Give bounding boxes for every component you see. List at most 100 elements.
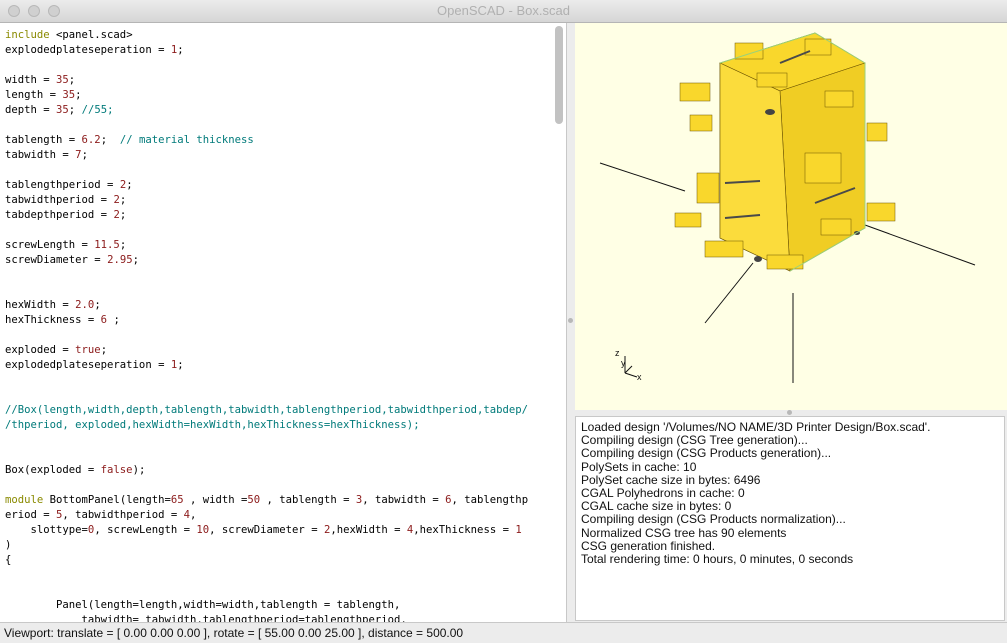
code-line[interactable]: tablengthperiod = 2;: [5, 178, 550, 193]
code-token: 2.0: [75, 299, 95, 311]
code-line[interactable]: /thperiod, exploded,hexWidth=hexWidth,he…: [5, 418, 550, 433]
code-line[interactable]: hexThickness = 6 ;: [5, 313, 550, 328]
code-line[interactable]: screwDiameter = 2.95;: [5, 253, 550, 268]
code-line[interactable]: [5, 433, 550, 448]
code-line[interactable]: exploded = true;: [5, 343, 550, 358]
vertical-splitter[interactable]: [567, 23, 575, 622]
code-token: tablengthperiod =: [5, 179, 120, 191]
code-line[interactable]: tabdepthperiod = 2;: [5, 208, 550, 223]
screw-hole: [765, 109, 775, 115]
3d-viewport[interactable]: z y x: [575, 23, 1007, 410]
code-line[interactable]: [5, 583, 550, 598]
code-line[interactable]: length = 35;: [5, 88, 550, 103]
code-line[interactable]: [5, 568, 550, 583]
code-text[interactable]: include <panel.scad> explodedplateseperat…: [5, 28, 550, 622]
code-line[interactable]: [5, 478, 550, 493]
code-token: ;: [100, 134, 120, 146]
code-line[interactable]: tabwidth= tabwidth,tablengthperiod=table…: [5, 613, 550, 622]
code-token: 35: [56, 74, 69, 86]
code-token: ;: [119, 209, 127, 221]
code-line[interactable]: screwLength = 11.5;: [5, 238, 550, 253]
code-line[interactable]: Panel(length=length,width=width,tablengt…: [5, 598, 550, 613]
code-line[interactable]: depth = 35; //55;: [5, 103, 550, 118]
code-token: ;: [68, 104, 82, 116]
x-axis-neg: [599, 162, 686, 192]
console-line: PolySets in cache: 10: [581, 459, 697, 474]
code-token: , tabwidth =: [362, 494, 446, 506]
code-line[interactable]: ): [5, 538, 550, 553]
code-line[interactable]: [5, 373, 550, 388]
code-token: 6.2: [81, 134, 101, 146]
splitter-grip[interactable]: [787, 410, 792, 415]
code-token: explodedplateseperation =: [5, 44, 171, 56]
code-token: include: [5, 29, 57, 41]
code-line[interactable]: module BottomPanel(length=65 , width =50…: [5, 493, 550, 508]
editor-scrollbar[interactable]: [555, 26, 563, 124]
code-token: tabwidth= tabwidth,tablengthperiod=table…: [5, 614, 407, 622]
x-axis-pos: [864, 224, 976, 266]
code-token: hexWidth =: [5, 299, 76, 311]
code-token: 65: [170, 494, 184, 506]
title-bar: OpenSCAD - Box.scad: [0, 0, 1007, 23]
code-line[interactable]: [5, 58, 550, 73]
code-token: ;: [132, 254, 139, 266]
code-line[interactable]: [5, 118, 550, 133]
code-line[interactable]: eriod = 5, tabwidthperiod = 4,: [5, 508, 550, 523]
code-line[interactable]: [5, 163, 550, 178]
code-line[interactable]: [5, 268, 550, 283]
console-line: Compiling design (CSG Products normaliza…: [581, 512, 846, 527]
code-line[interactable]: hexWidth = 2.0;: [5, 298, 550, 313]
code-token: hexThickness =: [5, 314, 101, 326]
code-line[interactable]: explodedplateseperation = 1;: [5, 43, 550, 58]
code-line[interactable]: [5, 223, 550, 238]
code-line[interactable]: width = 35;: [5, 73, 550, 88]
console-line: Compiling design (CSG Products generatio…: [581, 446, 832, 461]
code-token: ;: [75, 89, 82, 101]
splitter-grip[interactable]: [568, 318, 573, 323]
code-line[interactable]: [5, 328, 550, 343]
code-line[interactable]: [5, 283, 550, 298]
code-line[interactable]: tabwidthperiod = 2;: [5, 193, 550, 208]
code-token: ;: [126, 179, 133, 191]
code-token: screwLength =: [5, 239, 95, 251]
code-token: , tablengthp: [451, 494, 529, 506]
code-token: ,hexWidth =: [330, 524, 407, 536]
code-line[interactable]: {: [5, 553, 550, 568]
code-token: ;: [119, 239, 127, 251]
code-token: 11.5: [94, 239, 120, 251]
viewport-canvas[interactable]: z y x: [575, 23, 1007, 410]
code-token: 50: [247, 494, 261, 506]
code-token: screwDiameter =: [5, 254, 108, 266]
code-token: {: [5, 554, 12, 566]
code-token: ): [5, 539, 12, 551]
code-line[interactable]: explodedplateseperation = 1;: [5, 358, 550, 373]
console-panel[interactable]: Loaded design '/Volumes/NO NAME/3D Print…: [575, 416, 1005, 621]
code-line[interactable]: tablength = 6.2; // material thickness: [5, 133, 550, 148]
window-title: OpenSCAD - Box.scad: [437, 3, 570, 18]
code-token: 2.95: [107, 254, 133, 266]
code-line[interactable]: tabwidth = 7;: [5, 148, 550, 163]
code-token: );: [132, 464, 146, 476]
code-line[interactable]: //Box(length,width,depth,tablength,tabwi…: [5, 403, 550, 418]
code-token: explodedplateseperation =: [5, 359, 171, 371]
code-editor[interactable]: include <panel.scad> explodedplateseperat…: [0, 23, 567, 622]
code-token: , screwLength =: [94, 524, 197, 536]
code-token: eriod =: [5, 509, 57, 521]
code-token: slottype=: [5, 524, 88, 536]
code-token: width =: [5, 74, 57, 86]
code-line[interactable]: [5, 388, 550, 403]
code-token: ;: [177, 359, 184, 371]
y-axis-neg: [704, 262, 754, 324]
code-token: Panel(length=length,width=width,tablengt…: [5, 599, 401, 611]
code-token: //55;: [81, 104, 114, 116]
code-line[interactable]: Box(exploded = false);: [5, 463, 550, 478]
code-token: // material thickness: [119, 134, 254, 146]
code-token: 35: [56, 104, 69, 116]
code-line[interactable]: [5, 448, 550, 463]
code-token: ;: [119, 194, 127, 206]
code-token: , tablength =: [260, 494, 356, 506]
code-line[interactable]: include <panel.scad>: [5, 28, 550, 43]
code-token: ,hexThickness =: [413, 524, 516, 536]
code-token: /thperiod, exploded,hexWidth=hexWidth,he…: [5, 419, 420, 431]
code-line[interactable]: slottype=0, screwLength = 10, screwDiame…: [5, 523, 550, 538]
